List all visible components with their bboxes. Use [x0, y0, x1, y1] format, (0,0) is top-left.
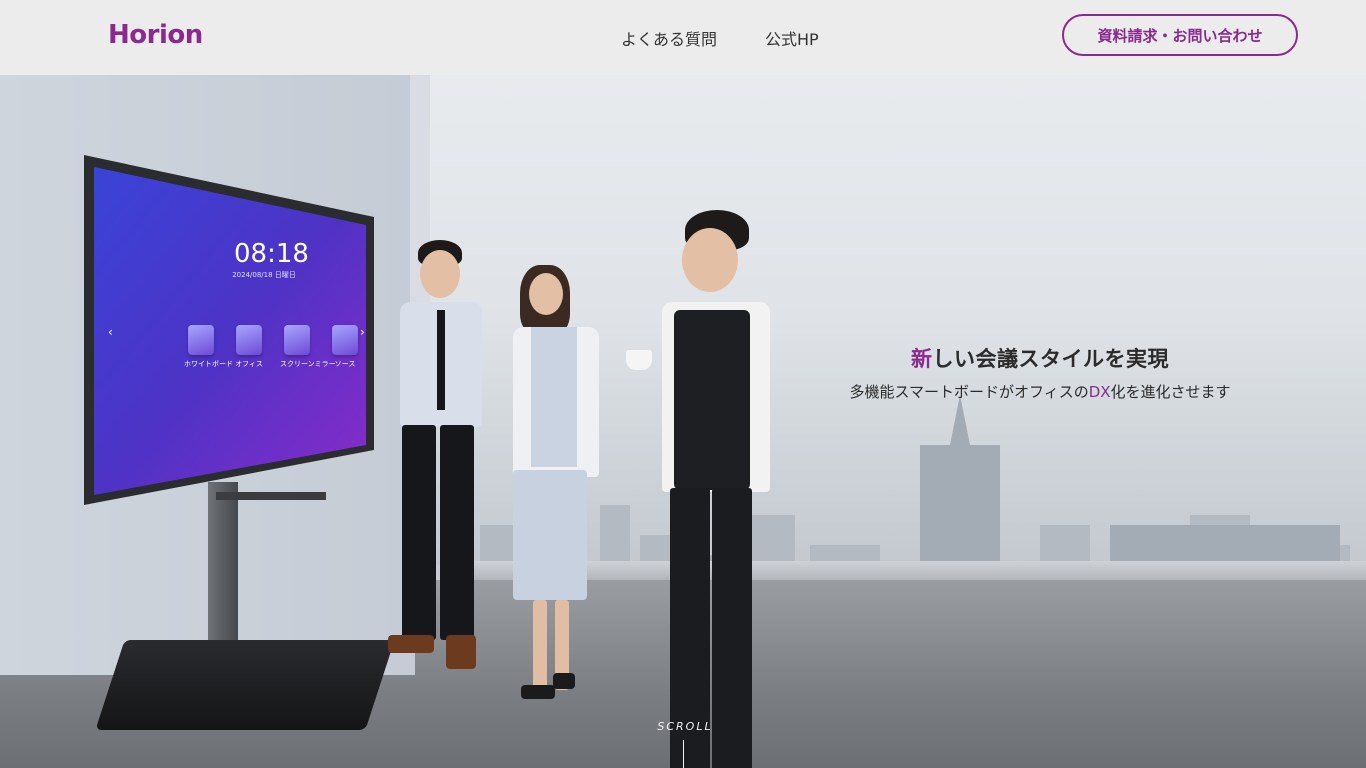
man-presenting	[380, 240, 500, 690]
contact-request-button[interactable]: 資料請求・お問い合わせ	[1062, 14, 1298, 56]
main-nav: よくある質問 公式HP	[621, 26, 819, 50]
woman-with-tablet	[505, 265, 605, 715]
screen-next-arrow-icon: ›	[360, 325, 365, 339]
site-header: Horion よくある質問 公式HP 資料請求・お問い合わせ	[0, 0, 1366, 75]
hero-title: 新しい会議スタイルを実現	[911, 347, 1169, 371]
app-screen-mirror: スクリーンミラー	[280, 325, 336, 369]
nav-link-faq[interactable]: よくある質問	[621, 26, 717, 50]
man-with-coffee-cup	[626, 210, 780, 768]
smart-board: 08:18 2024/08/18 日曜日 ホワイトボード オフィス スクリーンミ…	[84, 155, 374, 505]
screen-clock: 08:18	[234, 239, 309, 269]
whiteboard-icon	[188, 325, 214, 355]
hero-subtitle: 多機能スマートボードがオフィスのDX化を進化させます	[849, 383, 1231, 401]
app-source: ソース	[328, 325, 362, 369]
board-stand-base	[95, 640, 395, 730]
scroll-indicator-line	[683, 740, 684, 768]
scroll-indicator-label[interactable]: SCROLL	[640, 720, 730, 733]
office-icon	[236, 325, 262, 355]
coffee-cup-icon	[626, 350, 652, 370]
screen-app-row: ホワイトボード オフィス スクリーンミラー ソース	[184, 325, 362, 369]
hero-section: 08:18 2024/08/18 日曜日 ホワイトボード オフィス スクリーンミ…	[0, 75, 1366, 768]
nav-link-official-hp[interactable]: 公式HP	[765, 26, 819, 50]
app-office: オフィス	[232, 325, 266, 369]
app-whiteboard: ホワイトボード	[184, 325, 233, 369]
screen-mirror-icon	[284, 325, 310, 355]
horion-logo[interactable]: Horion	[108, 20, 203, 50]
screen-date: 2024/08/18 日曜日	[232, 271, 296, 279]
source-icon	[332, 325, 358, 355]
screen-prev-arrow-icon: ‹	[108, 325, 113, 339]
